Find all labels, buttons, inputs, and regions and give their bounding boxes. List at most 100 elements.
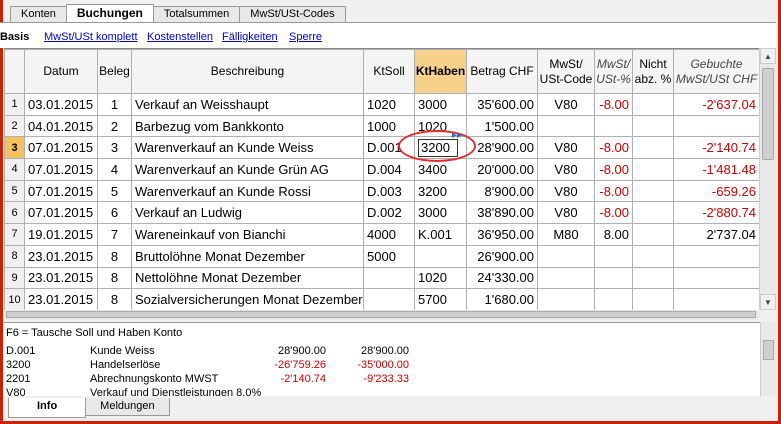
table-row[interactable]: 3 07.01.2015 3 Warenverkauf an Kunde Weiss D… (4, 136, 759, 160)
cell-datum[interactable]: 07.01.2015 (24, 158, 98, 181)
cell-mwst-pct[interactable] (594, 244, 633, 268)
cell-mwst-pct[interactable]: -8.00 (594, 93, 633, 116)
cell-betrag[interactable]: 36'950.00 (466, 223, 538, 246)
cell-kthaben[interactable]: 3000 (414, 201, 467, 225)
cell-beleg[interactable]: 4 (97, 158, 132, 181)
cell-gebuchte-mwst[interactable]: -1'481.48 (673, 158, 759, 181)
cell-ktsoll[interactable]: 1020 (363, 93, 415, 116)
cell-beschreibung[interactable]: Nettolöhne Monat Dezember (131, 266, 364, 290)
cell-datum[interactable]: 07.01.2015 (24, 179, 98, 203)
cell-nicht-abz[interactable] (632, 93, 674, 116)
col-beleg[interactable]: Beleg (97, 49, 132, 94)
cell-beleg[interactable]: 8 (97, 288, 132, 310)
tab-konten[interactable]: Konten (10, 6, 67, 22)
cell-beschreibung[interactable]: Verkauf an Weisshaupt (131, 93, 364, 116)
cell-betrag[interactable]: 35'600.00 (466, 93, 538, 116)
cell-beschreibung[interactable]: Sozialversicherungen Monat Dezember (131, 288, 364, 310)
tab-info[interactable]: Info (8, 398, 87, 418)
cell-datum[interactable]: 04.01.2015 (24, 114, 98, 138)
cell-mwst-code[interactable]: V80 (537, 201, 595, 225)
cell-beleg[interactable]: 7 (97, 223, 132, 246)
cell-kthaben[interactable]: 3400 (414, 158, 467, 181)
cell-datum[interactable]: 19.01.2015 (24, 223, 98, 246)
cell-kthaben[interactable] (414, 244, 467, 268)
cell-beleg[interactable]: 8 (97, 244, 132, 268)
cell-mwst-code[interactable]: V80 (537, 93, 595, 116)
cell-mwst-pct[interactable]: -8.00 (594, 136, 633, 160)
cell-mwst-code[interactable] (537, 288, 595, 310)
col-kthaben[interactable]: KtHaben (414, 49, 467, 94)
cell-nicht-abz[interactable] (632, 223, 674, 246)
cell-nicht-abz[interactable] (632, 114, 674, 138)
cell-betrag[interactable]: 1'500.00 (466, 114, 538, 138)
cell-gebuchte-mwst[interactable]: -659.26 (673, 179, 759, 203)
cell-beleg[interactable]: 8 (97, 266, 132, 290)
cell-betrag[interactable]: 26'900.00 (466, 244, 538, 268)
cell-datum[interactable]: 23.01.2015 (24, 288, 98, 310)
view-basis[interactable]: Basis (0, 31, 29, 43)
table-row[interactable]: 5 07.01.2015 5 Warenverkauf an Kunde Rossi D… (4, 179, 759, 203)
cell-nicht-abz[interactable] (632, 136, 674, 160)
cell-datum[interactable]: 03.01.2015 (24, 93, 98, 116)
cell-nicht-abz[interactable] (632, 288, 674, 310)
cell-mwst-pct[interactable]: 8.00 (594, 223, 633, 246)
cell-betrag[interactable]: 38'890.00 (466, 201, 538, 225)
cell-gebuchte-mwst[interactable] (673, 266, 759, 290)
table-row[interactable]: 6 07.01.2015 6 Verkauf an Ludwig D.002 3000 38… (4, 201, 759, 225)
info-scroll-thumb[interactable] (763, 340, 774, 360)
cell-beschreibung[interactable]: Warenverkauf an Kunde Weiss (131, 136, 364, 160)
cell-ktsoll[interactable]: D.003 (363, 179, 415, 203)
hscroll-thumb[interactable] (6, 311, 756, 318)
table-row[interactable]: 8 23.01.2015 8 Bruttolöhne Monat Dezember 50… (4, 244, 759, 268)
cell-beschreibung[interactable]: Barbezug vom Bankkonto (131, 114, 364, 138)
cell-betrag[interactable]: 1'680.00 (466, 288, 538, 310)
col-betrag[interactable]: Betrag CHF (466, 49, 538, 94)
cell-ktsoll[interactable]: 1000 (363, 114, 415, 138)
cell-mwst-code[interactable]: V80 (537, 136, 595, 160)
tab-meldungen[interactable]: Meldungen (85, 398, 170, 416)
cell-kthaben[interactable]: 1020 (414, 266, 467, 290)
scroll-down-icon[interactable]: ▼ (760, 294, 776, 310)
cell-beschreibung[interactable]: Bruttolöhne Monat Dezember (131, 244, 364, 268)
cell-nicht-abz[interactable] (632, 244, 674, 268)
cell-betrag[interactable]: 28'900.00 (466, 136, 538, 160)
cell-beschreibung[interactable]: Wareneinkauf von Bianchi (131, 223, 364, 246)
cell-mwst-pct[interactable]: -8.00 (594, 179, 633, 203)
cell-mwst-pct[interactable]: -8.00 (594, 201, 633, 225)
table-vertical-scrollbar[interactable]: ▲ ▼ (759, 48, 776, 310)
cell-ktsoll[interactable] (363, 288, 415, 310)
cell-gebuchte-mwst[interactable]: 2'737.04 (673, 223, 759, 246)
cell-nicht-abz[interactable] (632, 266, 674, 290)
cell-gebuchte-mwst[interactable]: -2'880.74 (673, 201, 759, 225)
cell-beleg[interactable]: 1 (97, 93, 132, 116)
col-gebuchte-mwst[interactable]: Gebuchte MwSt/USt CHF (673, 49, 759, 94)
cell-mwst-pct[interactable] (594, 288, 633, 310)
cell-mwst-pct[interactable] (594, 114, 633, 138)
cell-mwst-code[interactable]: V80 (537, 179, 595, 203)
col-datum[interactable]: Datum (24, 49, 98, 94)
cell-gebuchte-mwst[interactable] (673, 244, 759, 268)
view-mwst-komplett[interactable]: MwSt/USt komplett (44, 31, 138, 43)
cell-mwst-code[interactable]: V80 (537, 158, 595, 181)
cell-beleg[interactable]: 6 (97, 201, 132, 225)
cell-mwst-code[interactable]: M80 (537, 223, 595, 246)
cell-beschreibung[interactable]: Warenverkauf an Kunde Grün AG (131, 158, 364, 181)
cell-datum[interactable]: 07.01.2015 (24, 201, 98, 225)
cell-mwst-code[interactable] (537, 266, 595, 290)
cell-ktsoll[interactable] (363, 266, 415, 290)
cell-beleg[interactable]: 5 (97, 179, 132, 203)
cell-ktsoll[interactable]: D.001 (363, 136, 415, 160)
cell-ktsoll[interactable]: D.002 (363, 201, 415, 225)
cell-nicht-abz[interactable] (632, 179, 674, 203)
cell-nicht-abz[interactable] (632, 158, 674, 181)
col-beschreibung[interactable]: Beschreibung (131, 49, 364, 94)
cell-datum[interactable]: 07.01.2015 (24, 136, 98, 160)
cell-mwst-pct[interactable] (594, 266, 633, 290)
cell-datum[interactable]: 23.01.2015 (24, 244, 98, 268)
cell-beleg[interactable]: 2 (97, 114, 132, 138)
cell-betrag[interactable]: 8'900.00 (466, 179, 538, 203)
cell-beschreibung[interactable]: Warenverkauf an Kunde Rossi (131, 179, 364, 203)
tab-totalsummen[interactable]: Totalsummen (152, 6, 241, 22)
view-faelligkeiten[interactable]: Fälligkeiten (222, 31, 278, 43)
cell-kthaben[interactable]: 3200 (414, 179, 467, 203)
